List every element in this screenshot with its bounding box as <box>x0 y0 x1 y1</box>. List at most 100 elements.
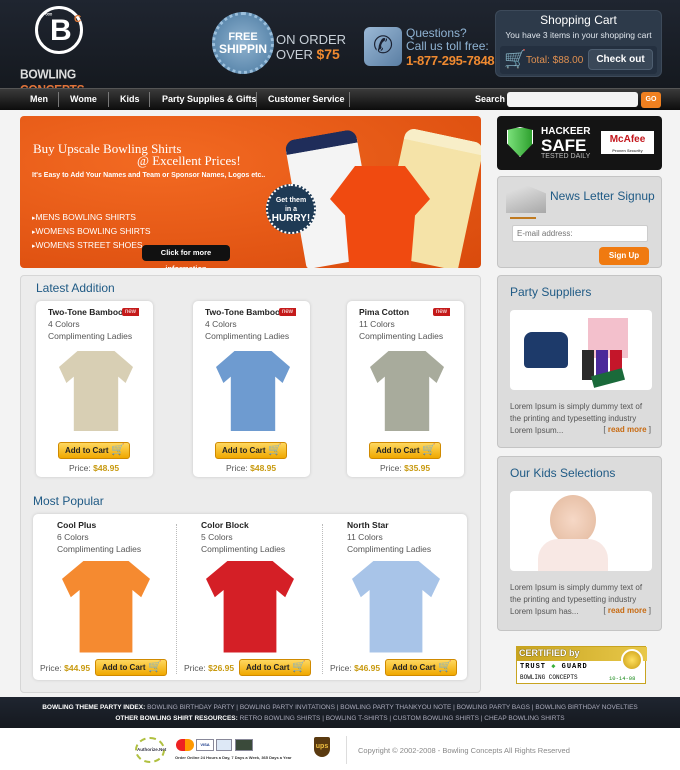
cart-icon: 🛒 <box>438 661 452 673</box>
order-online-text: Order Online 24 Hours a Day, 7 Days a We… <box>175 755 292 760</box>
product-price: Price: $46.95 <box>330 663 380 673</box>
product-name[interactable]: Two-Tone Bamboo <box>48 307 123 317</box>
product-image[interactable] <box>351 559 441 654</box>
product-image[interactable] <box>213 346 293 436</box>
read-more-link[interactable]: [ read more ] <box>603 425 651 434</box>
nav-item-customer-service[interactable]: Customer Service <box>268 89 345 110</box>
authorize-net-logo[interactable]: Authorize.Net <box>135 737 166 763</box>
footer-link[interactable]: BOWLING PARTY BAGS <box>457 704 530 711</box>
trust-site-name: BOWLING CONCEPTS <box>520 674 578 681</box>
product-note: Complimenting Ladies <box>48 331 133 341</box>
product-image[interactable] <box>367 346 447 436</box>
nav-item-men[interactable]: Men <box>30 89 48 110</box>
add-to-cart-button[interactable]: Add to Cart 🛒 <box>385 659 457 676</box>
nav-item-kids[interactable]: Kids <box>120 89 140 110</box>
banner-link-mens[interactable]: MENS BOWLING SHIRTS <box>32 211 151 225</box>
footer-link[interactable]: CHEAP BOWLING SHIRTS <box>484 715 564 722</box>
nav-separator <box>256 92 257 107</box>
product-name[interactable]: Cool Plus <box>57 520 96 530</box>
party-suppliers-title[interactable]: Party Suppliers <box>510 285 591 299</box>
kids-selections-image[interactable] <box>510 491 652 571</box>
products-panel: Latest Addition Two-Tone Bamboo new 4 Co… <box>20 275 481 693</box>
add-to-cart-button[interactable]: Add to Cart 🛒 <box>215 442 287 459</box>
child-face-shape <box>550 495 596 545</box>
product-name[interactable]: North Star <box>347 520 389 530</box>
product-name[interactable]: Two-Tone Bamboo <box>205 307 280 317</box>
email-field[interactable] <box>512 225 648 242</box>
kids-selections-title[interactable]: Our Kids Selections <box>510 466 615 480</box>
footer-link[interactable]: BOWLING BIRTHDAY NOVELTIES <box>535 704 637 711</box>
product-card[interactable]: Two-Tone Bamboo new 4 Colors Complimenti… <box>193 301 310 477</box>
shirt-shape <box>352 560 440 653</box>
search-input[interactable] <box>507 92 638 107</box>
footer-link[interactable]: CUSTOM BOWLING SHIRTS <box>393 715 479 722</box>
main-nav: Men Wome Kids Party Supplies & Gifts Cus… <box>0 88 680 110</box>
product-note: Complimenting Ladies <box>359 331 444 341</box>
popular-product[interactable]: Cool Plus 6 Colors Complimenting Ladies … <box>33 514 176 680</box>
nav-separator <box>58 92 59 107</box>
latest-addition-title: Latest Addition <box>36 281 115 295</box>
search-go-button[interactable]: GO <box>641 92 661 108</box>
product-image[interactable] <box>56 346 136 436</box>
party-suppliers-image[interactable] <box>510 310 652 390</box>
popular-product[interactable]: North Star 11 Colors Complimenting Ladie… <box>323 514 467 680</box>
add-to-cart-button[interactable]: Add to Cart 🛒 <box>95 659 167 676</box>
hurry-l3: HURRY! <box>271 212 311 224</box>
add-to-cart-button[interactable]: Add to Cart 🛒 <box>369 442 441 459</box>
free-shipping-badge: FREE SHIPPIN <box>212 12 274 74</box>
shipping-text: ON ORDER OVER $75 <box>276 33 346 62</box>
popular-product[interactable]: Color Block 5 Colors Complimenting Ladie… <box>177 514 322 680</box>
site-header: °°° B C BOWLING CONCEPTS FREE SHIPPIN ON… <box>0 0 680 97</box>
banner-link-womens[interactable]: WOMENS BOWLING SHIRTS <box>32 225 151 239</box>
footer-separator <box>346 736 347 764</box>
hacker-safe-l3: TESTED DAILY <box>541 153 591 160</box>
cart-icon: 🛒 <box>292 661 306 673</box>
logo[interactable]: °°° B C BOWLING CONCEPTS <box>20 6 110 97</box>
phone-question: Questions? Call us toll free: <box>406 27 489 53</box>
product-note: Complimenting Ladies <box>347 544 432 554</box>
cart-icon: 🛒 <box>268 444 282 456</box>
add-to-cart-button[interactable]: Add to Cart 🛒 <box>239 659 311 676</box>
more-info-button[interactable]: Click for more information <box>142 245 230 268</box>
popular-products-card: Cool Plus 6 Colors Complimenting Ladies … <box>33 514 467 680</box>
footer-link[interactable]: BOWLING PARTY INVITATIONS <box>240 704 335 711</box>
product-colors: 6 Colors <box>57 532 89 542</box>
shopping-cart-box: Shopping Cart You have 3 items in your s… <box>495 10 662 77</box>
signup-button[interactable]: Sign Up <box>599 247 649 265</box>
hero-banner[interactable]: Buy Upscale Bowling Shirts @ Excellent P… <box>20 116 481 268</box>
phone-number[interactable]: 1-877-295-7848 <box>406 53 495 68</box>
shirt-shape <box>206 560 294 653</box>
product-note: Complimenting Ladies <box>201 544 286 554</box>
product-name[interactable]: Color Block <box>201 520 249 530</box>
product-card[interactable]: Pima Cotton new 11 Colors Complimenting … <box>347 301 464 477</box>
read-more-link[interactable]: [ read more ] <box>603 606 651 615</box>
footer-link[interactable]: BOWLING T-SHIRTS <box>326 715 388 722</box>
trust-tg2: GUARD <box>561 663 588 671</box>
product-name[interactable]: Pima Cotton <box>359 307 409 317</box>
add-to-cart-button[interactable]: Add to Cart 🛒 <box>58 442 130 459</box>
footer-link[interactable]: BOWLING BIRTHDAY PARTY <box>147 704 234 711</box>
hacker-safe-badge[interactable]: HACKEER SAFE TESTED DAILY McAfee Proven S… <box>497 116 662 170</box>
nav-item-women[interactable]: Wome <box>70 89 97 110</box>
footer-link[interactable]: RETRO BOWLING SHIRTS <box>240 715 321 722</box>
price-label: Price: <box>226 463 248 473</box>
product-colors: 4 Colors <box>205 319 237 329</box>
footer-link[interactable]: BOWLING PARTY THANKYOU NOTE <box>340 704 451 711</box>
child-body-shape <box>538 539 608 571</box>
new-badge: new <box>279 308 297 316</box>
nav-item-party-supplies[interactable]: Party Supplies & Gifts <box>162 89 257 110</box>
product-colors: 11 Colors <box>359 319 395 329</box>
price-label: Price: <box>69 463 91 473</box>
banner-link-shoes[interactable]: WOMENS STREET SHOES <box>32 239 151 253</box>
product-colors: 4 Colors <box>48 319 80 329</box>
product-note: Complimenting Ladies <box>205 331 290 341</box>
product-card[interactable]: Two-Tone Bamboo new 4 Colors Complimenti… <box>36 301 153 477</box>
phone-q2: Call us toll free: <box>406 39 489 53</box>
newsletter-title: News Letter Signup <box>550 189 655 203</box>
add-to-cart-label: Add to Cart <box>392 663 436 672</box>
product-image[interactable] <box>61 559 151 654</box>
trust-guard-badge[interactable]: CERTIFIED by TRUST ◆ GUARD BOWLING CONCE… <box>516 646 647 684</box>
product-image[interactable] <box>205 559 295 654</box>
logo-sup: C <box>74 14 82 25</box>
checkout-button[interactable]: Check out <box>588 49 653 70</box>
